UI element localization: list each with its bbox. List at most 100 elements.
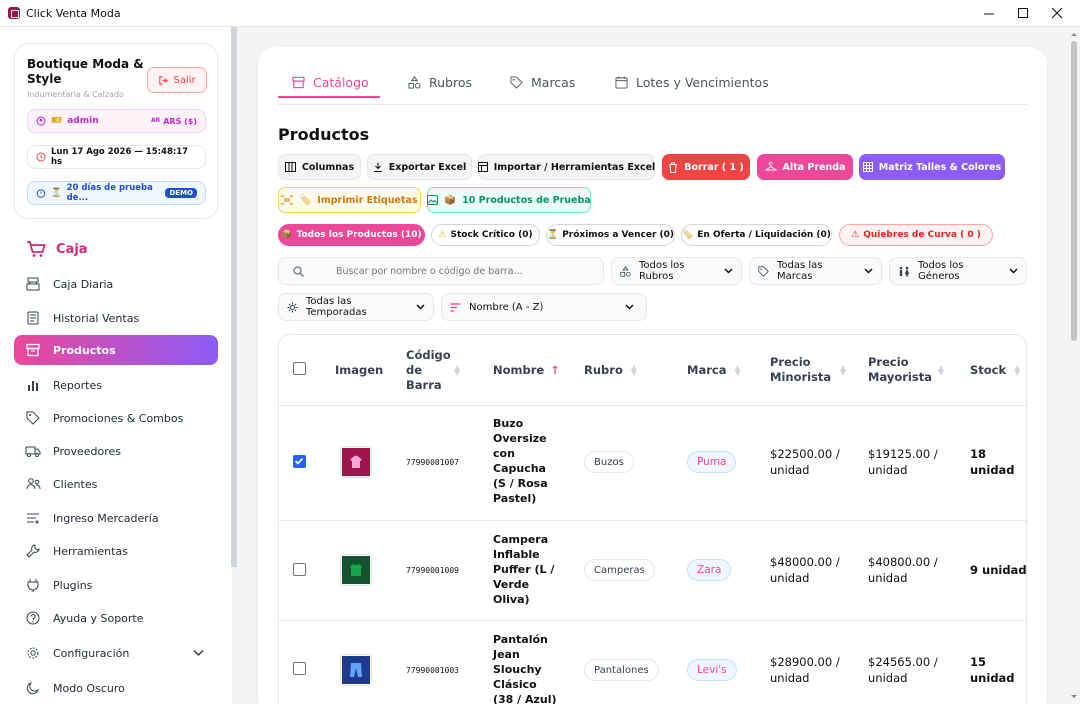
stock-value: 18 unidad [970, 447, 1015, 477]
sidebar-scrollbar[interactable] [231, 27, 237, 567]
sidebar-item-proveedores[interactable]: Proveedores [14, 436, 218, 466]
marcas-select[interactable]: Todas las Marcas [749, 257, 882, 285]
columns-button[interactable]: Columnas [278, 154, 361, 180]
sidebar-item-clientes[interactable]: Clientes [14, 469, 218, 499]
box-icon [25, 342, 41, 358]
sample-products-button[interactable]: 📦 10 Productos de Prueba [427, 187, 591, 213]
search-box[interactable] [278, 257, 604, 285]
users-icon [25, 476, 41, 492]
row-checkbox[interactable] [293, 563, 306, 576]
header-stock[interactable]: Stock ▲ ▼ [970, 335, 1020, 405]
gender-icon [898, 266, 910, 277]
cash-register-icon [25, 276, 41, 292]
title-bar: Click Venta Moda [0, 0, 1080, 27]
jeans-icon [342, 656, 370, 684]
row-checkbox[interactable] [293, 662, 306, 675]
marca-badge: Puma [687, 451, 737, 473]
trash-icon [668, 162, 678, 173]
stock-value: 15 unidad [970, 655, 1015, 685]
sidebar-item-productos[interactable]: Productos [14, 335, 218, 365]
sidebar-item-plugins[interactable]: Plugins [14, 570, 218, 600]
tab-rubros[interactable]: Rubros [408, 75, 472, 90]
size-color-matrix-button[interactable]: Matriz Talles & Colores [859, 154, 1005, 180]
generos-select[interactable]: Todos los Géneros [889, 257, 1027, 285]
header-marca[interactable]: Marca ▲ ▼ [687, 335, 741, 405]
export-excel-button[interactable]: Exportar Excel [367, 154, 472, 180]
chip-label: Quiebres de Curva ( 0 ) [863, 230, 981, 240]
chip-expiring[interactable]: ⏳ Próximos a Vencer (0) [546, 224, 675, 246]
chevron-down-icon [724, 268, 733, 274]
select-all-checkbox[interactable] [293, 362, 306, 375]
tab-label: Rubros [429, 75, 473, 90]
hanger-icon [764, 162, 777, 172]
store-name: Boutique Moda & Style [27, 57, 144, 86]
close-button[interactable] [1034, 0, 1080, 27]
scroll-up-icon[interactable] [1068, 29, 1080, 39]
sidebar-item-historial-ventas[interactable]: Historial Ventas [14, 303, 218, 333]
tab-lotes[interactable]: Lotes y Vencimientos [615, 75, 769, 90]
import-excel-button[interactable]: Importar / Herramientas Excel [477, 154, 655, 180]
logout-button[interactable]: Salir [147, 67, 207, 93]
warning-icon: ⚠ [851, 230, 860, 240]
logout-icon [158, 75, 169, 86]
store-card: Boutique Moda & Style Indumentaria & Cal… [14, 43, 218, 219]
print-emoji: 🏷️ [299, 194, 312, 206]
print-labels-label: Imprimir Etiquetas [317, 194, 418, 206]
shapes-icon [408, 76, 421, 89]
chip-label: Todos los Productos (10) [296, 230, 422, 240]
sidebar-item-ingreso-mercaderia[interactable]: Ingreso Mercadería [14, 503, 218, 533]
new-item-button[interactable]: Alta Prenda [757, 154, 853, 180]
matrix-label: Matriz Talles & Colores [878, 161, 1002, 173]
user-emoji: 🎫 [51, 116, 63, 126]
main-scrollbar[interactable] [1068, 27, 1080, 704]
header-name[interactable]: Nombre ↑ [493, 335, 560, 405]
chip-label: Stock Crítico (0) [450, 230, 533, 240]
search-input[interactable] [336, 265, 595, 277]
print-labels-button[interactable]: 🏷️ Imprimir Etiquetas [278, 187, 421, 213]
sidebar-item-modo-oscuro[interactable]: Modo Oscuro [14, 673, 218, 703]
header-wholesale-price[interactable]: Precio Mayorista ▲ ▼ [868, 335, 944, 405]
header-rubro[interactable]: Rubro ▲ ▼ [584, 335, 637, 405]
sidebar-item-label: Herramientas [53, 544, 128, 558]
gear-icon [25, 645, 41, 661]
rubros-select[interactable]: Todos los Rubros [611, 257, 742, 285]
sidebar-item-label: Caja Diaria [53, 277, 114, 291]
cart-icon [26, 240, 46, 258]
sidebar-item-label: Proveedores [53, 444, 121, 458]
tab-marcas[interactable]: Marcas [510, 75, 575, 90]
tab-catalogo[interactable]: Catálogo [292, 75, 369, 90]
scroll-down-icon[interactable] [1068, 692, 1080, 702]
header-code[interactable]: Código de Barra ▲ ▼ [406, 335, 460, 405]
delete-button[interactable]: Borrar ( 1 ) [662, 154, 750, 180]
chip-all-products[interactable]: 📦 Todos los Productos (10) [278, 224, 425, 246]
user-icon [36, 116, 46, 126]
sidebar-item-caja-diaria[interactable]: Caja Diaria [14, 269, 218, 299]
user-label: admin [67, 116, 99, 126]
calendar-icon [615, 76, 628, 89]
sort-select[interactable]: Nombre (A - Z) [441, 293, 647, 321]
sort-icon: ▲ ▼ [938, 363, 945, 377]
sidebar-item-label: Ayuda y Soporte [53, 611, 144, 625]
header-retail-price[interactable]: Precio Minorista ▲ ▼ [770, 335, 846, 405]
products-table: Imagen Código de Barra ▲ ▼ Nombre ↑ Rubro ▲ ▼… [278, 334, 1027, 704]
generos-value: Todos los Géneros [918, 260, 964, 282]
sidebar-section-caja[interactable]: Caja [26, 240, 88, 258]
chevron-down-icon [864, 268, 873, 274]
chip-curve-breaks[interactable]: ⚠ Quiebres de Curva ( 0 ) [839, 224, 993, 246]
chip-on-sale[interactable]: 🏷️ En Oferta / Liquidación (0) [681, 224, 832, 246]
row-checkbox[interactable] [293, 455, 306, 468]
rubro-badge: Pantalones [584, 659, 659, 681]
columns-icon [284, 162, 296, 172]
temporadas-select[interactable]: Todas las Temporadas [278, 293, 434, 321]
sidebar-item-promociones[interactable]: Promociones & Combos [14, 403, 218, 433]
sidebar-item-herramientas[interactable]: Herramientas [14, 536, 218, 566]
sidebar-item-ayuda[interactable]: Ayuda y Soporte [14, 603, 218, 633]
scrollbar-thumb[interactable] [1071, 41, 1077, 341]
sidebar-item-reportes[interactable]: Reportes [14, 370, 218, 400]
product-image [340, 654, 372, 686]
sidebar-item-label: Historial Ventas [53, 311, 140, 325]
retail-price: $48000.00 / unidad [770, 555, 840, 585]
chip-critical-stock[interactable]: ⚠ Stock Crítico (0) [431, 224, 540, 246]
sidebar-item-configuracion[interactable]: Configuración [14, 638, 218, 668]
logout-label: Salir [173, 74, 196, 86]
